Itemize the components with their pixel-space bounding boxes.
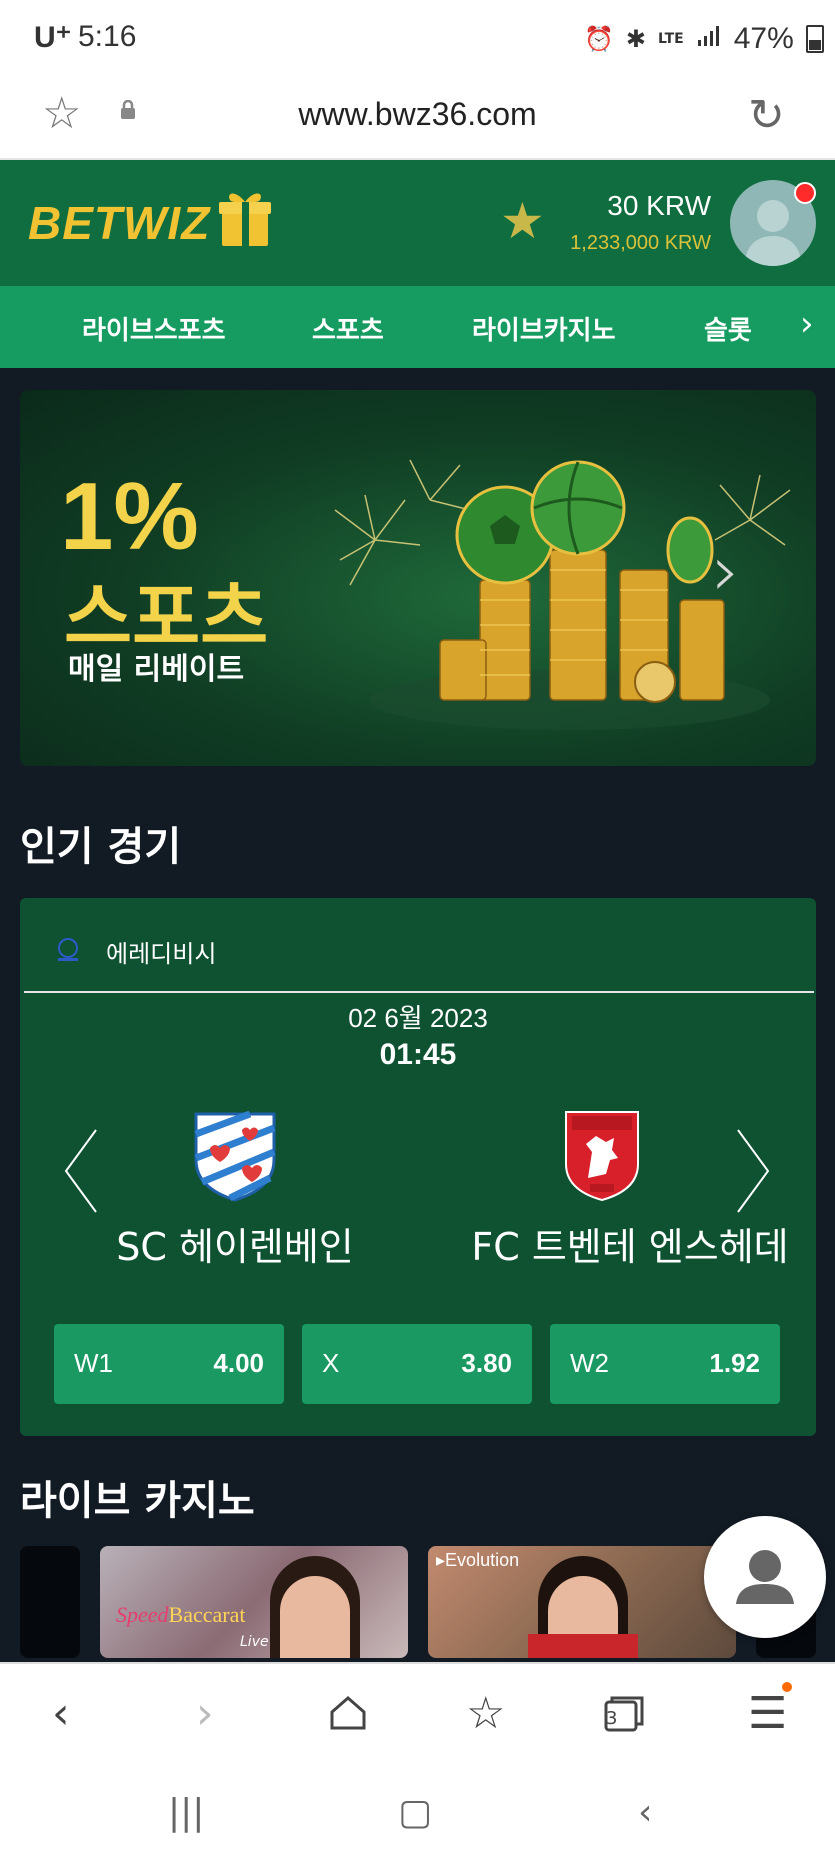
main-nav: 라이브스포츠 스포츠 라이브카지노 슬롯 › (0, 286, 835, 368)
system-home-icon[interactable]: ▢ (398, 1792, 432, 1833)
odds-value: 4.00 (213, 1348, 264, 1378)
odds-label: W1 (74, 1348, 113, 1378)
game-title: SpeedBaccarat (116, 1602, 246, 1627)
support-chat-button[interactable] (704, 1516, 826, 1638)
nav-item-live-casino[interactable]: 라이브카지노 (472, 310, 616, 347)
status-bar: U⁺ 5:16 ⏰ ✱ LTE 47% (0, 0, 835, 76)
notification-dot (782, 1682, 792, 1692)
battery-icon (805, 25, 824, 53)
chevron-right-icon[interactable]: › (800, 304, 814, 344)
game-tag: Live (240, 1634, 269, 1650)
battery-percent: 47% (733, 22, 794, 55)
alarm-icon: ⏰ (584, 25, 614, 53)
notification-dot (794, 182, 816, 204)
bookmarks-icon[interactable]: ☆ (466, 1688, 505, 1739)
bluetooth-icon: ✱ (625, 25, 646, 53)
network-type: LTE (658, 31, 684, 47)
url-text[interactable]: www.bwz36.com (0, 96, 835, 133)
banner-subtitle: 매일 리베이트 (68, 652, 245, 687)
nav-item-sports[interactable]: 스포츠 (312, 310, 384, 347)
site-header: BETWIZ ★ 30 KRW 1,233,000 KRW (0, 160, 835, 286)
site-logo[interactable]: BETWIZ (28, 196, 210, 250)
heerenveen-crest-icon (194, 1110, 276, 1202)
match-card[interactable]: 에레디비시 02 6월 2023 01:45 SC 헤이렌베인 FC 트벤테 엔… (20, 898, 816, 1436)
chevron-right-icon[interactable] (732, 1126, 772, 1216)
match-date: 02 6월 2023 (348, 1003, 488, 1033)
odds-button-x[interactable]: X 3.80 (302, 1324, 532, 1404)
odds-label: W2 (570, 1348, 609, 1378)
away-team-name: FC 트벤테 엔스헤데 (471, 1225, 789, 1269)
reload-icon[interactable]: ↻ (748, 90, 785, 141)
match-time: 01:45 (379, 1038, 457, 1071)
live-casino-section-title: 라이브 카지노 (20, 1478, 255, 1524)
home-team-name: SC 헤이렌베인 (116, 1225, 354, 1269)
twente-crest-icon (565, 1111, 639, 1202)
promo-banner[interactable]: 1% 스포츠 매일 리베이트 › (20, 390, 816, 766)
tab-count: 3 (606, 1708, 618, 1729)
odds-button-w1[interactable]: W1 4.00 (54, 1324, 284, 1404)
casino-carousel: SpeedBaccarat Live ▸Evolution (20, 1546, 816, 1658)
menu-icon[interactable]: ☰ (748, 1688, 787, 1739)
casino-thumb-prev[interactable] (20, 1546, 80, 1658)
casino-thumb-speed-baccarat[interactable]: SpeedBaccarat Live (100, 1546, 408, 1658)
odds-value: 3.80 (461, 1348, 512, 1378)
dealer-face (280, 1576, 350, 1658)
divider (24, 991, 814, 993)
casino-thumb-evolution[interactable]: ▸Evolution (428, 1546, 736, 1658)
balance: 30 KRW (607, 190, 711, 221)
odds-label: X (322, 1348, 340, 1378)
banner-next-icon[interactable]: › (712, 530, 740, 612)
system-back-icon[interactable]: ‹ (638, 1792, 652, 1833)
address-bar: ☆ www.bwz36.com ↻ (0, 76, 835, 160)
clock: 5:16 (78, 20, 137, 53)
signal-icon (696, 24, 722, 54)
status-icons: ⏰ ✱ LTE 47% (584, 22, 824, 56)
recent-apps-icon[interactable]: ||| (168, 1792, 204, 1833)
chevron-left-icon[interactable] (62, 1126, 102, 1216)
forward-icon[interactable]: › (196, 1688, 214, 1739)
carrier-label: U⁺ (34, 21, 72, 54)
popular-section-title: 인기 경기 (20, 824, 182, 870)
provider-label: ▸Evolution (436, 1550, 520, 1570)
league-name: 에레디비시 (106, 940, 217, 968)
nav-item-slots[interactable]: 슬롯 (704, 310, 752, 347)
favorites-star-icon[interactable]: ★ (500, 192, 545, 250)
eredivisie-icon (58, 938, 78, 961)
odds-value: 1.92 (709, 1348, 760, 1378)
gift-icon[interactable] (218, 188, 272, 248)
nav-item-live-sports[interactable]: 라이브스포츠 (82, 310, 226, 347)
dealer-outfit (528, 1634, 638, 1658)
home-icon[interactable] (326, 1690, 370, 1734)
browser-bottom-bar: ‹ › ☆ 3 ☰ ||| ▢ ‹ (0, 1662, 835, 1858)
odds-button-w2[interactable]: W2 1.92 (550, 1324, 780, 1404)
person-icon (736, 1550, 794, 1604)
back-icon[interactable]: ‹ (52, 1688, 70, 1739)
bonus-balance: 1,233,000 KRW (570, 232, 711, 254)
banner-percent: 1% (60, 463, 199, 570)
